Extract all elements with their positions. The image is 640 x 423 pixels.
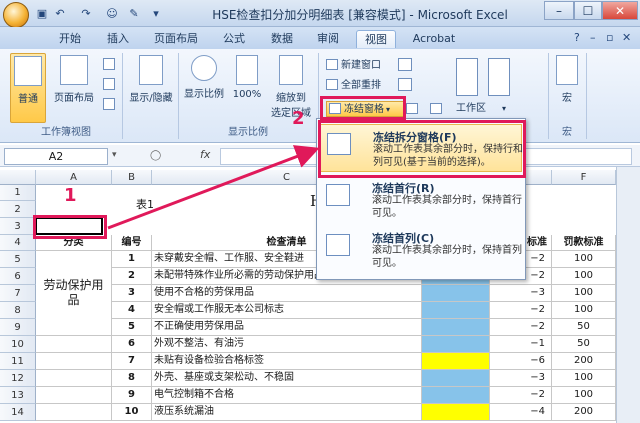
annotation-arrow [107, 145, 320, 230]
